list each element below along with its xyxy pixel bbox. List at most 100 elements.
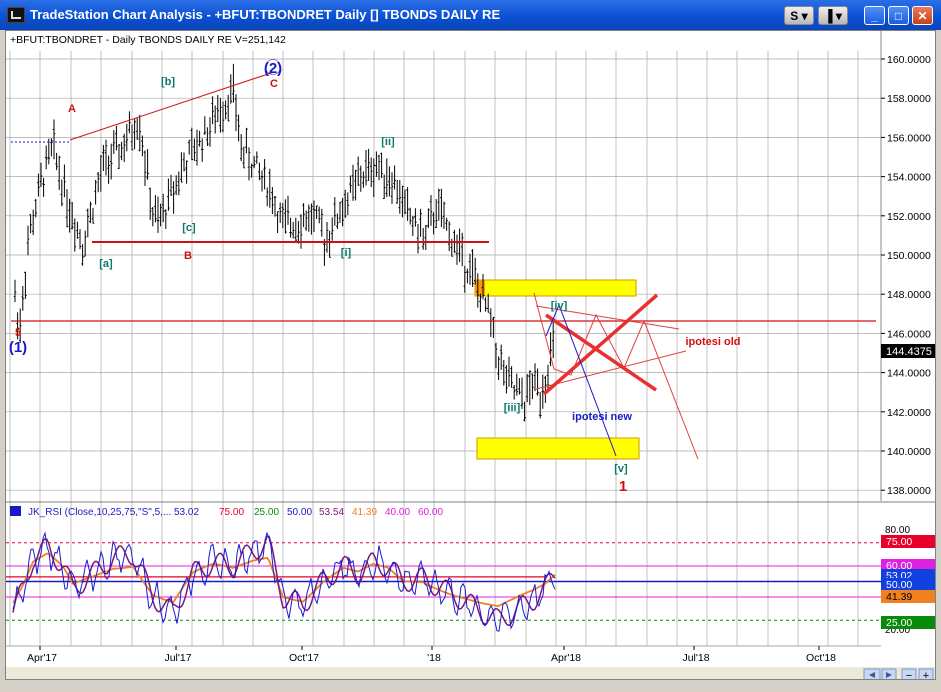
ohlc-bar (541, 374, 545, 409)
ohlc-bar (338, 201, 342, 223)
rsi-value-7: 40.00 (385, 507, 410, 518)
ohlc-bar (492, 316, 495, 338)
ohlc-bar (447, 221, 451, 252)
ohlc-bar (206, 127, 209, 146)
rsi-value-8: 60.00 (418, 507, 443, 518)
wave-i-label: [i] (341, 247, 352, 259)
ohlc-bar (29, 214, 32, 234)
horizontal-scrollbar[interactable]: − + (6, 667, 936, 680)
target-box-upper[interactable] (474, 279, 637, 297)
ohlc-bar (419, 208, 422, 237)
ohlc-bar (411, 215, 415, 236)
wave-b-major-label: B (184, 250, 192, 262)
wave-2-label: (2) (264, 60, 282, 77)
ohlc-bar (234, 94, 238, 132)
time-tick-label: Apr'17 (27, 652, 57, 664)
ohlc-bar (398, 179, 402, 214)
ohlc-bar (195, 129, 199, 166)
ohlc-bar (372, 158, 376, 198)
price-axis[interactable]: 160.0000 158.0000 156.0000 154.0000 152.0000… (881, 54, 931, 497)
ohlc-bar (489, 308, 493, 337)
chart-area[interactable]: 160.0000 158.0000 156.0000 154.0000 152.0000… (5, 30, 936, 680)
ohlc-bar (239, 134, 243, 162)
trendlines[interactable] (11, 71, 876, 460)
ohlc-bar (128, 111, 131, 134)
ohlc-bar (180, 152, 183, 183)
title-bar[interactable]: TradeStation Chart Analysis - +BFUT:TBON… (0, 0, 941, 30)
workspace-link-button[interactable]: ▐ ▾ (818, 6, 848, 25)
price-tick-label: 144.0000 (887, 368, 931, 380)
ohlc-bar (445, 217, 448, 231)
ohlc-bar (294, 217, 298, 242)
ohlc-bar (120, 141, 123, 161)
wave-iv-label: [iv] (551, 300, 568, 312)
ohlc-bar (325, 222, 329, 253)
scrollbar-canvas[interactable]: − + (6, 668, 936, 680)
ohlc-bar (138, 114, 142, 152)
ohlc-bar (245, 127, 248, 154)
rsi-legend-icon (10, 506, 21, 516)
ohlc-bar (182, 152, 186, 172)
ohlc-bar (429, 195, 433, 226)
wave-b-minor-label: [b] (161, 76, 175, 88)
wave-1-target-label: 1 (619, 478, 627, 495)
ohlc-bar (73, 218, 77, 252)
time-axis[interactable]: Apr'17 Jul'17 Oct'17 '18 Apr'18 Jul'18 Oct'18 (27, 646, 836, 664)
wave-ii-label: [ii] (381, 136, 395, 148)
scrollbar-track[interactable] (6, 668, 936, 680)
wave-1-circle-label: (1) (9, 339, 27, 356)
price-tick-label: 148.0000 (887, 289, 931, 301)
ohlc-bar (263, 159, 266, 190)
ohlc-bar (250, 163, 253, 178)
rsi-badges: 75.0060.0053.0250.0041.3925.00 (881, 535, 935, 629)
ohlc-bar (356, 156, 360, 186)
ohlc-bar (21, 285, 25, 311)
ohlc-bar (375, 151, 378, 177)
ohlc-bar (164, 209, 168, 230)
rsi-value-2: 75.00 (219, 507, 244, 518)
ohlc-bar (78, 229, 82, 250)
symbol-link-button[interactable]: S ▾ (784, 6, 814, 25)
ohlc-bar (385, 158, 389, 198)
ohlc-bar (185, 160, 188, 184)
price-tick-label: 146.0000 (887, 328, 931, 340)
ohlc-bar (258, 162, 261, 181)
target-box-lower[interactable] (476, 437, 640, 460)
ohlc-bar (414, 208, 417, 227)
ohlc-bar (330, 217, 334, 241)
ohlc-bar (349, 175, 352, 193)
ohlc-bar (276, 211, 279, 234)
ohlc-bar (351, 164, 355, 201)
ohlc-bar (122, 133, 126, 162)
wave-labels: (2) C A [b] 5 (1) [a] B [c] [i] [ii] [iv… (9, 59, 741, 495)
time-tick-label: Oct'17 (289, 652, 319, 664)
ohlc-bar (520, 377, 524, 409)
price-tick-label: 140.0000 (887, 446, 931, 458)
hypothesis-new-path[interactable] (545, 303, 617, 457)
ohlc-bar (460, 232, 464, 267)
wave-a-label: A (68, 103, 76, 115)
maximize-button[interactable]: □ (888, 6, 909, 25)
chevron-down-icon: ▾ (835, 9, 842, 23)
ohlc-bar (271, 187, 274, 215)
chart-canvas[interactable]: 160.0000 158.0000 156.0000 154.0000 152.0000… (6, 31, 936, 667)
ohlc-bar (187, 139, 191, 155)
minimize-button[interactable]: _ (864, 6, 885, 25)
wave-iii-label: [iii] (504, 402, 521, 414)
last-price-text: 144.4375 (886, 346, 932, 358)
ohlc-bar (133, 118, 136, 150)
rsi-name: JK_RSI (Close,10,25,75,"S",5,... (28, 507, 171, 518)
ohlc-bar (190, 127, 194, 161)
ohlc-bar (55, 152, 58, 171)
ohlc-bar (510, 366, 513, 388)
ohlc-bar (315, 205, 318, 219)
chart-app-icon[interactable] (7, 7, 25, 23)
ohlc-bar (44, 145, 48, 170)
rsi-header: JK_RSI (Close,10,25,75,"S",5,... 53.02 7… (10, 506, 443, 518)
hypothesis-old-label: ipotesi old (686, 336, 741, 348)
ohlc-bar (328, 230, 331, 258)
ohlc-bar (193, 138, 196, 161)
minus-icon: − (906, 670, 912, 680)
ohlc-bar (112, 130, 116, 154)
close-button[interactable]: ✕ (912, 6, 933, 25)
